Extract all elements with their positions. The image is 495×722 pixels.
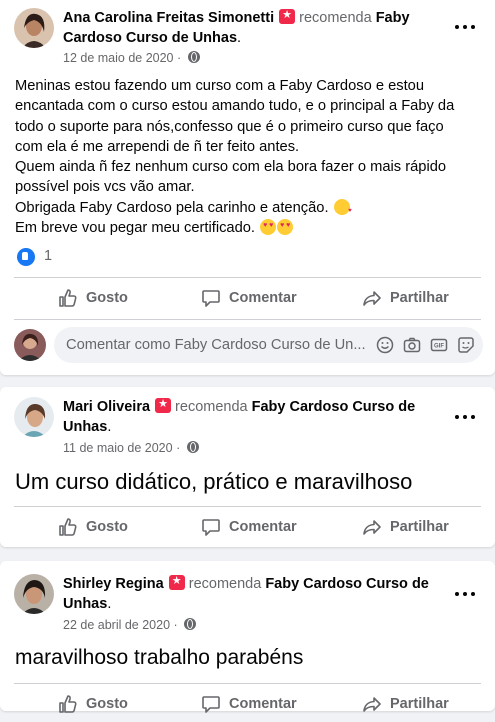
post-text-line: com ela é me arrependi de ñ ter feito an…	[15, 138, 300, 155]
share-label: Partilhar	[390, 290, 449, 306]
like-button[interactable]: Gosto	[58, 280, 128, 316]
post-header: Ana Carolina Freitas Simonettirecomenda …	[14, 8, 481, 65]
author-avatar[interactable]	[14, 574, 54, 614]
review-post-2: Mari Oliveirarecomenda Faby Cardoso Curs…	[0, 387, 495, 547]
post-text: maravilhoso trabalho parabéns	[15, 646, 304, 669]
recommends-label: recomenda	[188, 576, 262, 592]
comment-icon	[202, 290, 220, 307]
share-button[interactable]: Partilhar	[362, 509, 449, 545]
share-icon	[363, 697, 381, 712]
page-avatar[interactable]	[14, 329, 46, 361]
author-name[interactable]: Shirley Regina	[63, 576, 164, 592]
more-options-icon[interactable]	[453, 589, 477, 599]
review-post-1: Ana Carolina Freitas Simonettirecomenda …	[0, 0, 495, 375]
comment-label: Comentar	[229, 696, 297, 712]
author-name[interactable]: Mari Oliveira	[63, 399, 150, 415]
post-header: Mari Oliveirarecomenda Faby Cardoso Curs…	[14, 397, 481, 455]
divider	[14, 683, 481, 684]
comment-button[interactable]: Comentar	[201, 509, 297, 545]
post-headline: Shirley Reginarecomenda Faby Cardoso Cur…	[63, 574, 441, 614]
divider	[14, 506, 481, 507]
post-text: Meninas estou fazendo um curso com a Fab…	[15, 76, 481, 238]
post-text-line: Meninas estou fazendo um curso com a Fab…	[15, 78, 425, 94]
globe-icon	[187, 51, 200, 63]
share-label: Partilhar	[390, 519, 449, 535]
share-button[interactable]: Partilhar	[362, 686, 449, 722]
post-text-line: Em breve vou pegar meu certificado.	[15, 218, 481, 238]
reaction-count: 1	[44, 248, 53, 264]
thumbs-up-icon	[59, 289, 77, 307]
heart-eyes-emoji-icon	[277, 219, 294, 236]
action-bar: Gosto Comentar Partilhar	[14, 686, 481, 722]
like-reaction-icon	[17, 248, 35, 266]
thumbs-up-icon	[59, 518, 77, 536]
divider	[14, 277, 481, 278]
post-text-line: encantada com o curso estou amando tudo,…	[15, 98, 455, 115]
post-date[interactable]: 11 de maio de 2020	[63, 441, 173, 455]
comment-label: Comentar	[229, 290, 297, 306]
post-meta: 12 de maio de 2020 ·	[63, 51, 200, 65]
meta-separator: ·	[177, 51, 182, 65]
globe-icon	[184, 618, 197, 630]
post-text-line: Obrigada Faby Cardoso pela carinho e ate…	[15, 198, 481, 221]
like-button[interactable]: Gosto	[58, 509, 128, 545]
comment-box: GIF	[54, 327, 483, 363]
action-bar: Gosto Comentar Partilhar	[14, 280, 481, 316]
more-options-icon[interactable]	[453, 412, 477, 422]
meta-separator: ·	[173, 618, 178, 632]
like-label: Gosto	[86, 696, 128, 712]
share-button[interactable]: Partilhar	[362, 280, 449, 316]
like-button[interactable]: Gosto	[58, 686, 128, 722]
recommend-icon	[279, 8, 296, 24]
emoji-icon[interactable]	[376, 336, 394, 354]
author-avatar[interactable]	[14, 397, 54, 437]
like-label: Gosto	[86, 290, 128, 306]
comment-button[interactable]: Comentar	[201, 686, 297, 722]
kiss-emoji-icon	[333, 198, 352, 221]
post-date[interactable]: 12 de maio de 2020	[63, 51, 174, 65]
action-bar: Gosto Comentar Partilhar	[14, 509, 481, 545]
more-options-icon[interactable]	[453, 22, 477, 32]
share-label: Partilhar	[390, 696, 449, 712]
author-avatar[interactable]	[14, 8, 54, 48]
post-text-line: todo o suporte para nós,confesso que é o…	[15, 118, 444, 135]
recommends-label: recomenda	[299, 10, 372, 26]
share-icon	[363, 520, 381, 535]
post-text-line: Quem ainda ñ fez nenhum curso com ela bo…	[15, 159, 447, 176]
comment-icon	[202, 519, 220, 536]
review-post-3: Shirley Reginarecomenda Faby Cardoso Cur…	[0, 561, 495, 713]
author-name[interactable]: Ana Carolina Freitas Simonetti	[63, 10, 274, 26]
recommend-icon	[168, 574, 185, 590]
post-text: Um curso didático, prático e maravilhoso	[15, 469, 413, 494]
comment-tools: GIF	[367, 336, 475, 354]
post-meta: 22 de abril de 2020 ·	[63, 618, 197, 632]
comment-button[interactable]: Comentar	[201, 280, 297, 316]
meta-separator: ·	[176, 441, 181, 455]
svg-text:GIF: GIF	[434, 344, 444, 350]
post-date[interactable]: 22 de abril de 2020	[63, 618, 170, 632]
post-header: Shirley Reginarecomenda Faby Cardoso Cur…	[14, 574, 481, 632]
divider	[14, 319, 481, 320]
globe-icon	[186, 441, 199, 453]
thumbs-up-icon	[59, 695, 77, 713]
post-text-line: possível pois vcs vão amar.	[15, 179, 195, 196]
post-headline: Ana Carolina Freitas Simonettirecomenda …	[63, 8, 441, 48]
comment-input[interactable]	[66, 327, 366, 363]
comment-composer: GIF	[14, 327, 483, 363]
sticker-icon[interactable]	[457, 336, 475, 354]
recommend-icon	[155, 397, 172, 413]
post-meta: 11 de maio de 2020 ·	[63, 441, 199, 455]
comment-icon	[202, 696, 220, 713]
recommends-label: recomenda	[175, 399, 248, 415]
heart-eyes-emoji-icon	[260, 219, 277, 236]
comment-label: Comentar	[229, 519, 297, 535]
like-label: Gosto	[86, 519, 128, 535]
share-icon	[363, 291, 381, 306]
gif-icon[interactable]: GIF	[430, 336, 448, 354]
post-headline: Mari Oliveirarecomenda Faby Cardoso Curs…	[63, 397, 441, 437]
camera-icon[interactable]	[403, 336, 421, 354]
